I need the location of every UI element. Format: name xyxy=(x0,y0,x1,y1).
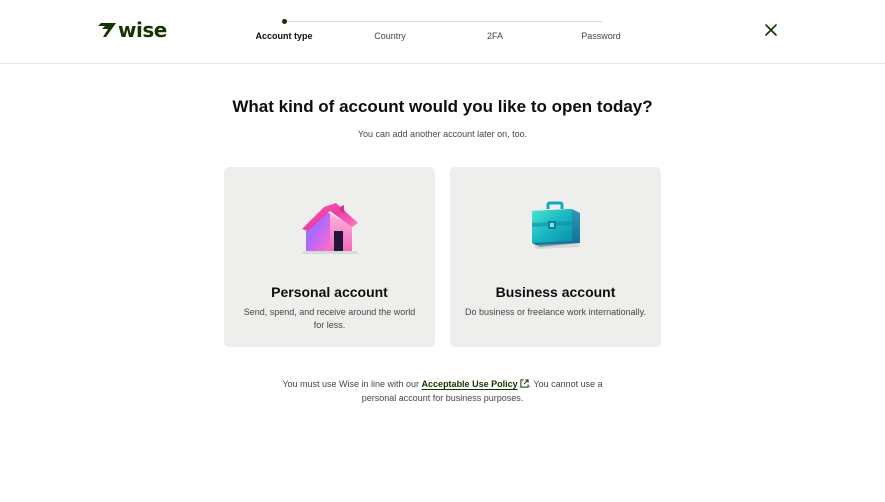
wise-logo[interactable]: wise xyxy=(98,18,167,42)
house-icon xyxy=(300,201,360,260)
briefcase-icon xyxy=(528,201,584,256)
top-bar: wise Account type Country 2FA Password xyxy=(0,0,885,64)
external-link-icon[interactable] xyxy=(519,379,529,392)
business-account-description: Do business or freelance work internatio… xyxy=(465,307,646,317)
close-button[interactable] xyxy=(762,23,780,41)
page-title: What kind of account would you like to o… xyxy=(232,97,653,116)
personal-account-title: Personal account xyxy=(271,284,388,300)
signup-stepper: Account type Country 2FA Password xyxy=(240,14,640,54)
acceptable-use-policy-link[interactable]: Acceptable Use Policy xyxy=(422,379,518,389)
acceptable-use-note: You must use Wise in line with our Accep… xyxy=(270,378,615,405)
step-account-type: Account type xyxy=(255,31,313,41)
close-icon xyxy=(765,23,777,41)
page-subtitle: You can add another account later on, to… xyxy=(357,129,528,139)
stepper-current-dot xyxy=(282,19,287,24)
business-account-title: Business account xyxy=(495,284,616,300)
step-password: Password xyxy=(581,31,621,41)
personal-account-card[interactable]: Personal account Send, spend, and receiv… xyxy=(224,167,435,347)
business-account-card[interactable]: Business account Do business or freelanc… xyxy=(450,167,661,347)
wise-wordmark: wise xyxy=(118,18,167,42)
acceptable-use-policy-label: Acceptable Use Policy xyxy=(421,379,518,389)
note-text-before: You must use Wise in line with our xyxy=(282,379,422,389)
wise-flag-icon xyxy=(98,23,116,37)
step-country: Country xyxy=(374,31,406,41)
step-2fa: 2FA xyxy=(486,31,504,41)
personal-account-description: Send, spend, and receive around the worl… xyxy=(243,307,416,330)
stepper-track xyxy=(284,21,602,22)
